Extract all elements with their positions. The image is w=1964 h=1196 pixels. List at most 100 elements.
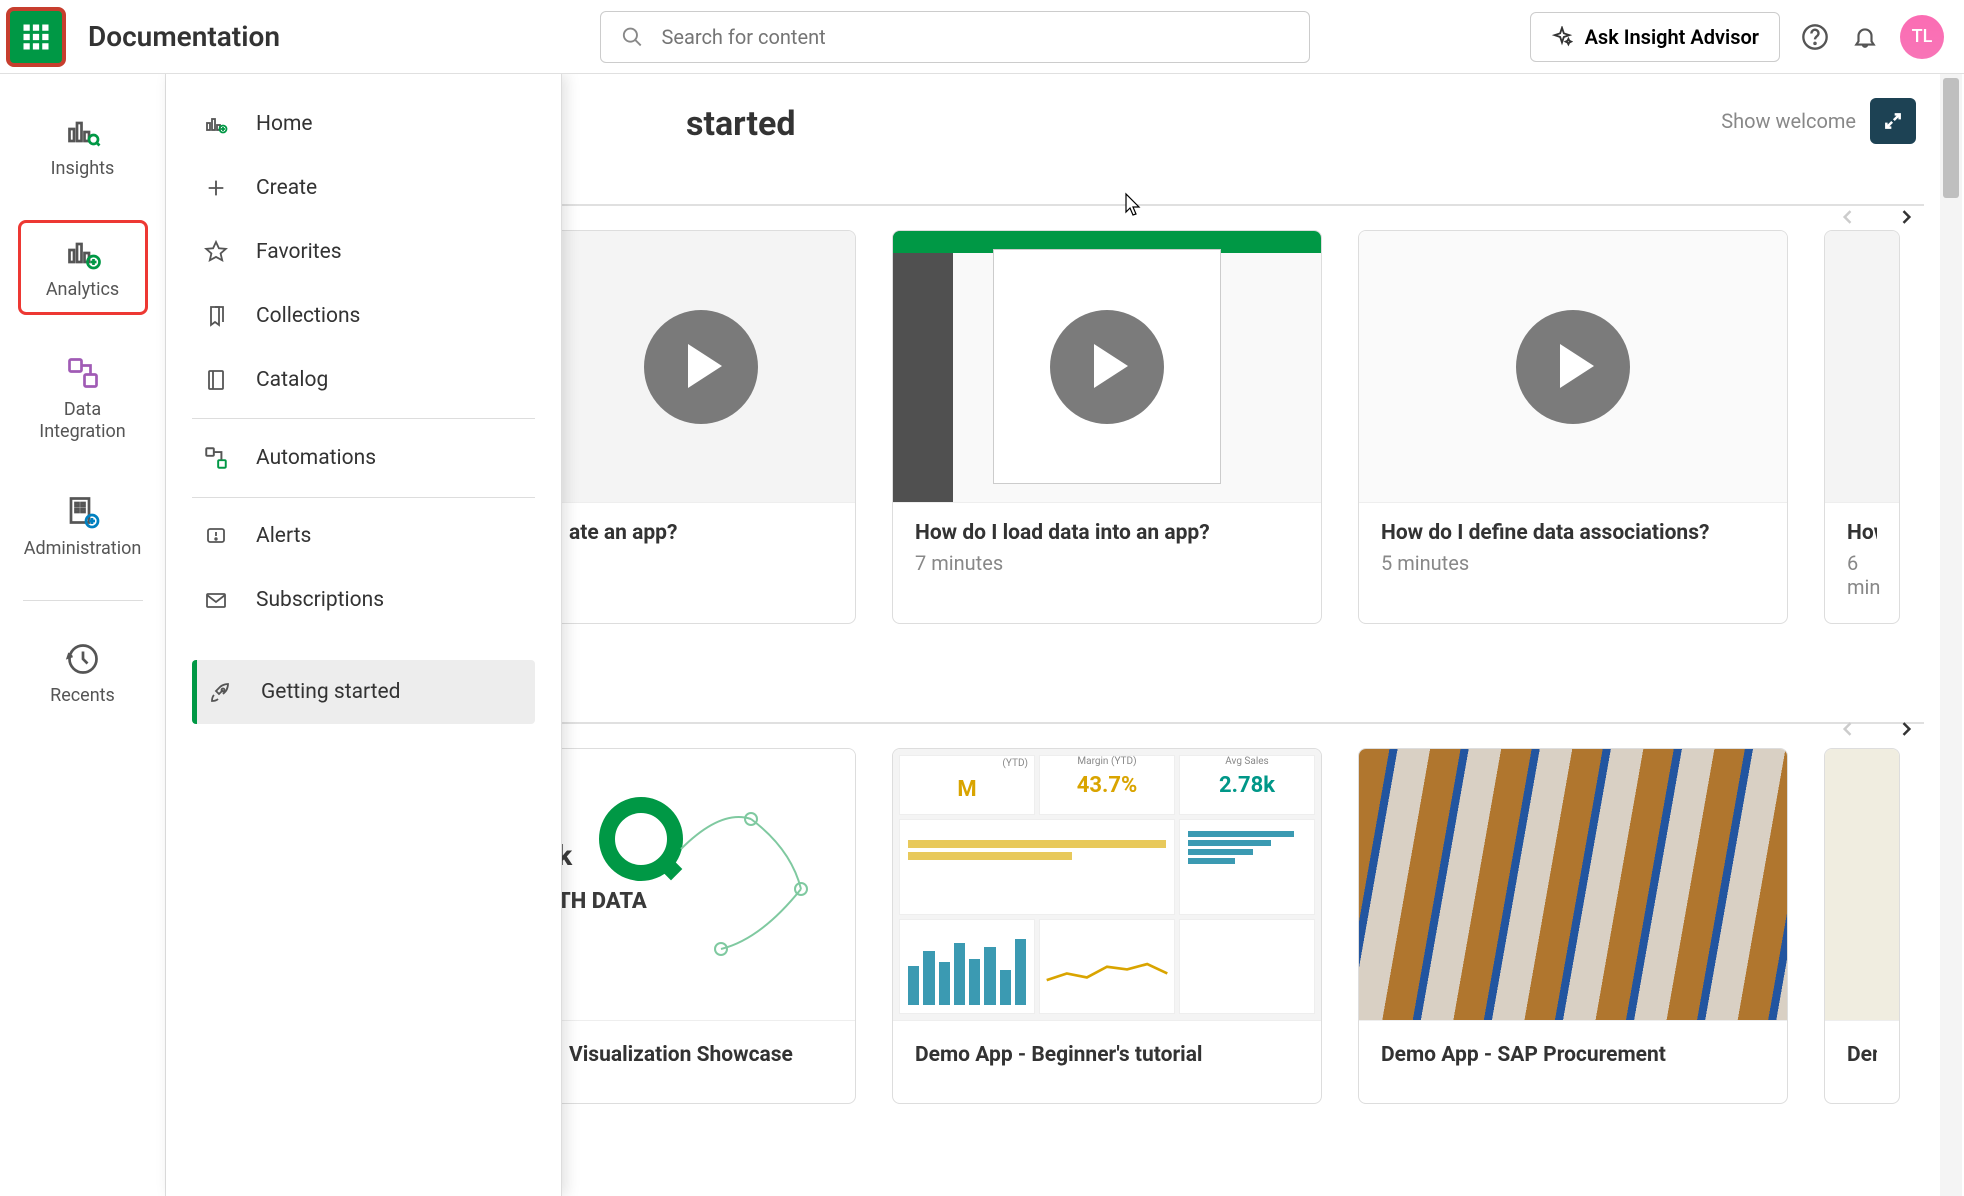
grid-icon <box>21 22 51 52</box>
demos-prev-button[interactable] <box>1838 716 1858 746</box>
home-icon <box>204 112 228 136</box>
show-welcome: Show welcome <box>1721 98 1916 144</box>
bell-icon <box>1852 24 1878 50</box>
expand-welcome-button[interactable] <box>1870 98 1916 144</box>
alert-icon <box>204 524 228 548</box>
bookmark-icon <box>204 304 228 328</box>
subnav-getting-started[interactable]: Getting started <box>192 660 535 724</box>
qlik-logo-thumb <box>551 749 851 1021</box>
notifications-button[interactable] <box>1850 22 1880 52</box>
chevron-right-icon <box>1896 207 1916 227</box>
rail-admin-label: Administration <box>24 538 142 560</box>
subnav-label: Home <box>256 112 313 136</box>
user-avatar[interactable]: TL <box>1900 15 1944 59</box>
demo-title: Demo App - SAP Procurement <box>1381 1043 1765 1067</box>
video-card-3[interactable]: How do I define data associations? 5 min… <box>1358 230 1788 624</box>
video-duration: 7 minutes <box>915 551 1299 575</box>
help-button[interactable] <box>1800 22 1830 52</box>
logo-text: TH DATA <box>557 889 647 914</box>
plus-icon <box>205 177 227 199</box>
demo-card-3[interactable]: Demo App - SAP Procurement <box>1358 748 1788 1104</box>
data-integration-icon <box>65 355 101 391</box>
subnav-divider <box>192 497 535 498</box>
subnav-favorites[interactable]: Favorites <box>192 220 535 284</box>
demos-next-button[interactable] <box>1896 716 1916 746</box>
subnav-divider <box>192 418 535 419</box>
subnav-label: Subscriptions <box>256 588 384 612</box>
video-card-4[interactable]: How d 6 min <box>1824 230 1900 624</box>
subnav-alerts[interactable]: Alerts <box>192 504 535 568</box>
video-duration: 6 min <box>1847 551 1877 599</box>
chevron-right-icon <box>1896 719 1916 739</box>
subnav-home[interactable]: Home <box>192 92 535 156</box>
rail-analytics[interactable]: Analytics <box>18 220 148 316</box>
header-title: Documentation <box>88 20 280 53</box>
subnav-label: Catalog <box>256 368 328 392</box>
subnav-create[interactable]: Create <box>192 156 535 220</box>
demo-card-1[interactable]: k TH DATA Visualization Showcase <box>546 748 856 1104</box>
subnav-label: Favorites <box>256 240 342 264</box>
mail-icon <box>204 588 228 612</box>
subnav-collections[interactable]: Collections <box>192 284 535 348</box>
book-icon <box>204 368 228 392</box>
expand-icon <box>1883 111 1903 131</box>
analytics-icon <box>65 235 101 271</box>
subnav-automations[interactable]: Automations <box>192 425 535 491</box>
rail-recents[interactable]: Recents <box>18 629 148 719</box>
subnav-label: Create <box>256 176 317 200</box>
subnav-label: Alerts <box>256 524 311 548</box>
demo-title: Demo App - Beginner's tutorial <box>915 1043 1299 1067</box>
video-cards-row: ate an app? How do I load data into an a… <box>546 230 1924 624</box>
section-label-partial: s <box>546 674 1924 702</box>
show-welcome-label: Show welcome <box>1721 109 1856 133</box>
kpi-value: 2.78k <box>1180 767 1314 798</box>
demo-cards-row: k TH DATA Visualization Showcase (YTD)M … <box>546 748 1924 1104</box>
videos-next-button[interactable] <box>1896 204 1916 234</box>
demo-title: Visualization Showcase <box>569 1043 833 1067</box>
demo-title: Demo <box>1847 1043 1877 1067</box>
help-icon <box>1801 23 1829 51</box>
left-rail: Insights Analytics Data Integration Admi… <box>0 74 166 1196</box>
subnav-subscriptions[interactable]: Subscriptions <box>192 568 535 632</box>
demo-card-2[interactable]: (YTD)M Margin (YTD)43.7% Avg Sales2.78k … <box>892 748 1322 1104</box>
rocket-icon <box>209 680 233 704</box>
rail-administration[interactable]: Administration <box>18 482 148 572</box>
rail-insights-label: Insights <box>51 158 115 180</box>
sparkle-icon <box>1551 26 1573 48</box>
videos-prev-button[interactable] <box>1838 204 1858 234</box>
analytics-submenu: Home Create Favorites Collections Catalo… <box>166 74 562 1196</box>
video-card-1[interactable]: ate an app? <box>546 230 856 624</box>
automation-icon <box>203 445 229 471</box>
search-box[interactable] <box>600 11 1310 63</box>
subnav-label: Collections <box>256 304 360 328</box>
app-launcher-button[interactable] <box>6 7 66 67</box>
videos-nav <box>1838 204 1916 234</box>
administration-icon <box>65 494 101 530</box>
rail-insights[interactable]: Insights <box>18 102 148 192</box>
clock-icon <box>65 641 101 677</box>
video-title: How do I load data into an app? <box>915 521 1299 545</box>
search-icon <box>621 25 644 49</box>
subnav-catalog[interactable]: Catalog <box>192 348 535 412</box>
subnav-label: Automations <box>256 446 376 470</box>
subnav-label: Getting started <box>261 680 401 704</box>
section-divider <box>546 722 1924 724</box>
header: Documentation Ask Insight Advisor TL <box>0 0 1964 74</box>
header-actions: Ask Insight Advisor TL <box>1530 12 1944 62</box>
ask-insight-advisor-button[interactable]: Ask Insight Advisor <box>1530 12 1780 62</box>
chevron-left-icon <box>1838 719 1858 739</box>
search-input[interactable] <box>662 25 1289 49</box>
ask-insight-label: Ask Insight Advisor <box>1585 25 1759 49</box>
play-icon <box>1516 310 1630 424</box>
chevron-left-icon <box>1838 207 1858 227</box>
play-icon <box>1050 310 1164 424</box>
star-icon <box>204 240 228 264</box>
video-title: How d <box>1847 521 1877 545</box>
video-card-2[interactable]: How do I load data into an app? 7 minute… <box>892 230 1322 624</box>
video-title: How do I define data associations? <box>1381 521 1765 545</box>
kpi-value: 43.7% <box>1040 767 1174 798</box>
video-title: ate an app? <box>569 521 833 545</box>
demo-card-4[interactable]: Demo <box>1824 748 1900 1104</box>
rail-data-integration[interactable]: Data Integration <box>18 343 148 454</box>
rail-recents-label: Recents <box>50 685 115 707</box>
